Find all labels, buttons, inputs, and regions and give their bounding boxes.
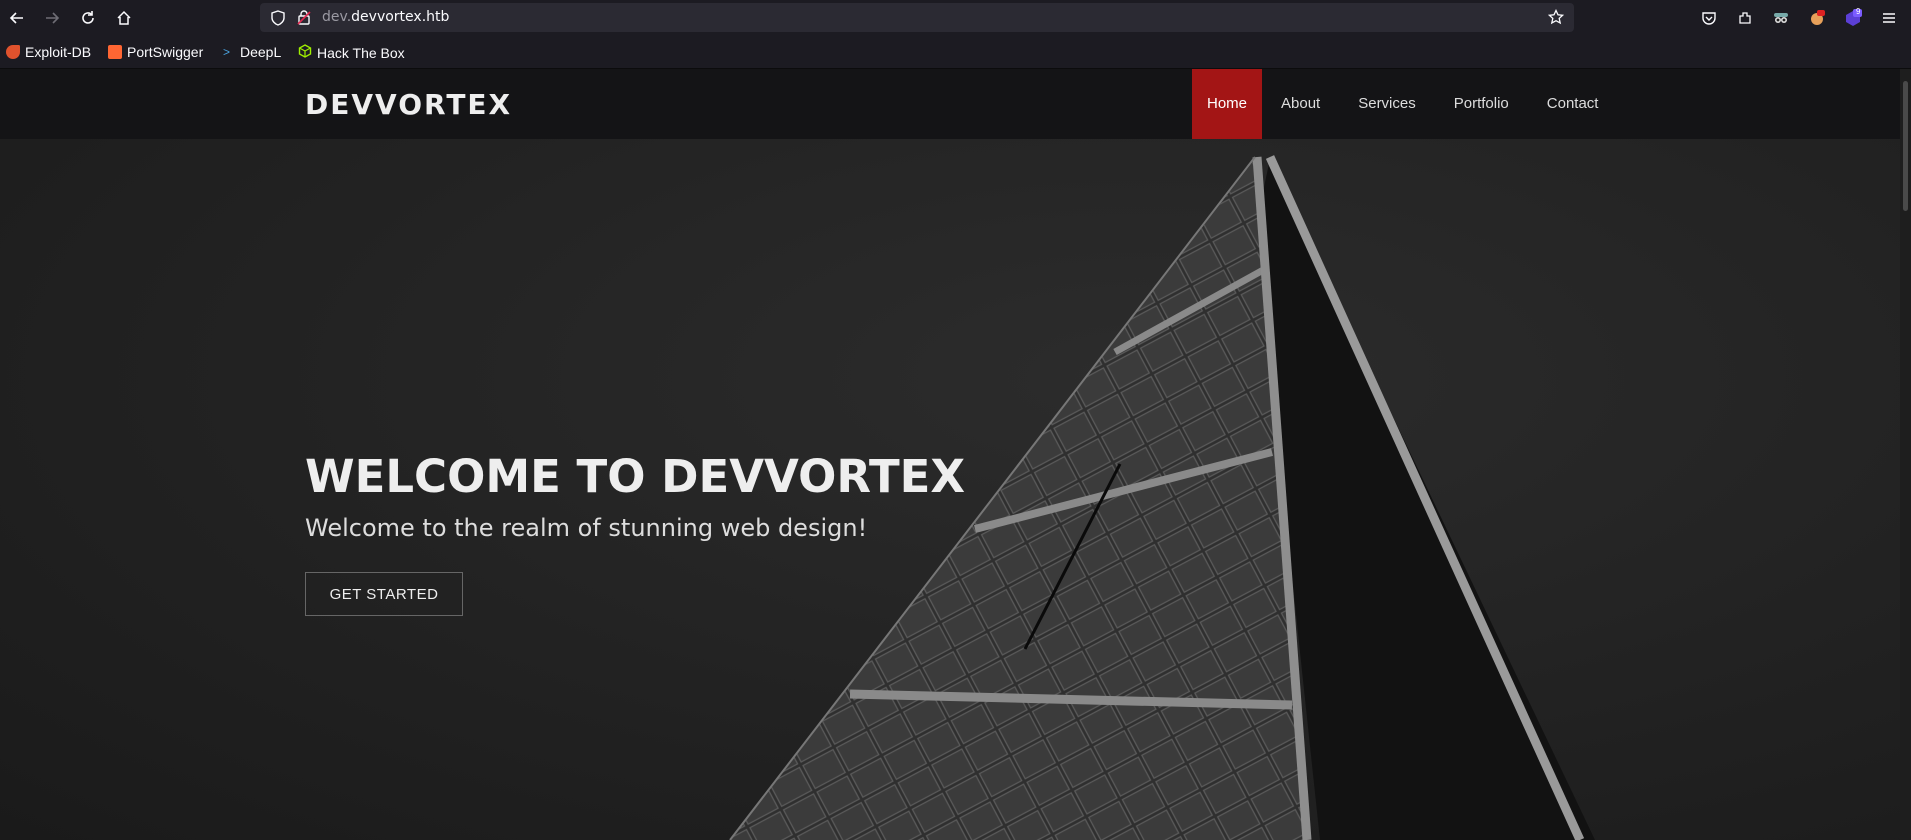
home-icon[interactable]: [112, 6, 136, 30]
hero-subtitle: Welcome to the realm of stunning web des…: [305, 514, 868, 542]
back-arrow-icon[interactable]: [5, 6, 29, 30]
lock-icon[interactable]: [296, 9, 312, 30]
bookmark-label: DeepL: [240, 44, 282, 60]
bookmark-exploit-db[interactable]: Exploit-DB: [6, 44, 91, 60]
forward-arrow-icon[interactable]: [40, 6, 64, 30]
shield-icon[interactable]: [270, 10, 286, 30]
badge-extension-icon[interactable]: 9: [1841, 6, 1865, 30]
url-text[interactable]: dev.devvortex.htb: [322, 9, 449, 25]
extensions-icon[interactable]: [1733, 6, 1757, 30]
url-bar[interactable]: dev.devvortex.htb: [260, 3, 1574, 32]
bookmark-label: Exploit-DB: [25, 44, 92, 60]
bookmark-deepl[interactable]: > DeepL: [223, 44, 281, 60]
nav-portfolio[interactable]: Portfolio: [1435, 69, 1528, 139]
url-domain: devvortex.htb: [351, 9, 450, 25]
cookie-extension-icon[interactable]: [1805, 6, 1829, 30]
bookmark-portswigger[interactable]: PortSwigger: [108, 44, 203, 60]
nav-services[interactable]: Services: [1339, 69, 1435, 139]
bookmark-hack-the-box[interactable]: Hack The Box: [298, 44, 405, 61]
spy-extension-icon[interactable]: [1769, 6, 1793, 30]
menu-icon[interactable]: [1877, 6, 1901, 30]
nav-about[interactable]: About: [1262, 69, 1339, 139]
bookmark-label: PortSwigger: [127, 44, 204, 60]
scrollbar-thumb[interactable]: [1903, 81, 1908, 211]
site-navbar: DEVVORTEX Home About Services Portfolio …: [0, 69, 1900, 139]
site-menu: Home About Services Portfolio Contact: [1192, 69, 1617, 139]
browser-toolbar: dev.devvortex.htb 9: [0, 0, 1911, 36]
pocket-icon[interactable]: [1697, 6, 1721, 30]
url-subdomain: dev.: [322, 9, 352, 25]
page-scrollbar[interactable]: [1900, 69, 1911, 840]
deepl-icon: >: [223, 45, 231, 59]
exploit-db-icon: [6, 45, 20, 59]
web-page: DEVVORTEX Home About Services Portfolio …: [0, 69, 1900, 840]
bookmark-label: Hack The Box: [317, 44, 405, 61]
reload-icon[interactable]: [76, 6, 100, 30]
nav-contact[interactable]: Contact: [1528, 69, 1618, 139]
site-logo[interactable]: DEVVORTEX: [305, 88, 512, 121]
portswigger-icon: [108, 45, 122, 59]
bookmarks-bar: Exploit-DB PortSwigger > DeepL Hack The …: [0, 36, 1911, 69]
hero-title: WELCOME TO DEVVORTEX: [305, 450, 966, 503]
get-started-button[interactable]: GET STARTED: [305, 572, 463, 616]
extension-badge-count: 9: [1856, 7, 1861, 16]
htb-cube-icon: [298, 44, 312, 61]
nav-home[interactable]: Home: [1192, 69, 1263, 139]
star-icon[interactable]: [1547, 8, 1565, 29]
